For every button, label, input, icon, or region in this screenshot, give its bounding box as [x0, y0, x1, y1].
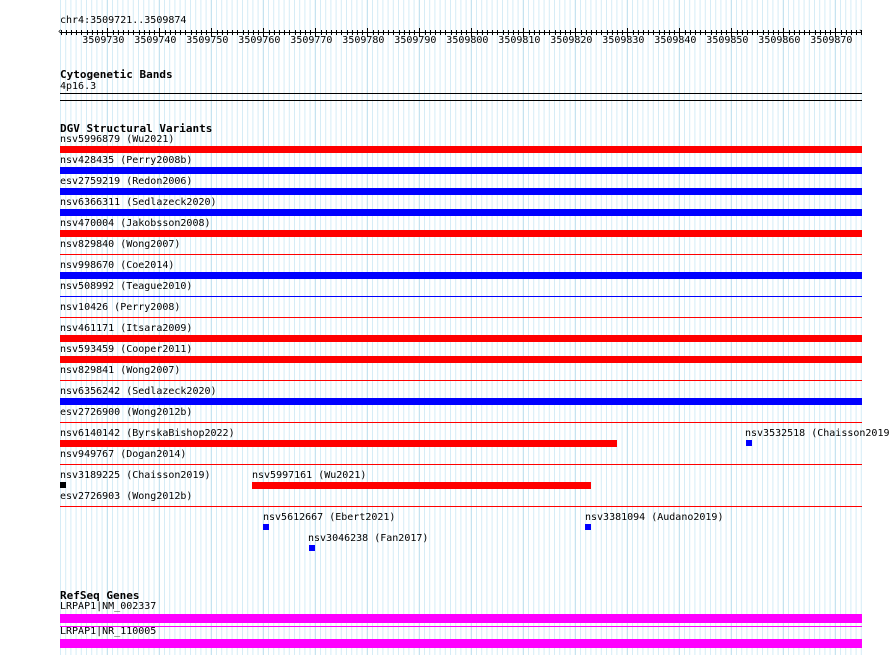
gene-label-nm-002337[interactable]: LRPAP1|NM_002337: [60, 601, 156, 613]
ruler-tick-label: 3509860: [758, 35, 801, 46]
sv-point-nsv3189225[interactable]: [60, 482, 66, 488]
sv-label-nsv3046238[interactable]: nsv3046238 (Fan2017): [308, 533, 428, 545]
sv-label-nsv428435[interactable]: nsv428435 (Perry2008b): [60, 155, 192, 167]
row-separator: [60, 626, 862, 627]
sv-label-esv2759219[interactable]: esv2759219 (Redon2006): [60, 176, 192, 188]
cytoband-label[interactable]: 4p16.3: [60, 81, 96, 93]
sv-bar-nsv998670[interactable]: [60, 272, 862, 279]
row-separator: [60, 254, 862, 255]
sv-label-nsv3189225[interactable]: nsv3189225 (Chaisson2019): [60, 470, 211, 482]
sv-label-nsv829841[interactable]: nsv829841 (Wong2007): [60, 365, 180, 377]
row-separator: [60, 296, 862, 297]
sv-label-nsv6140142[interactable]: nsv6140142 (ByrskaBishop2022): [60, 428, 235, 440]
ruler-minor-tick: [128, 30, 130, 35]
ruler-minor-tick: [70, 30, 72, 35]
sv-label-esv2726900[interactable]: esv2726900 (Wong2012b): [60, 407, 192, 419]
ruler-minor-tick: [752, 30, 754, 35]
sv-label-nsv461171[interactable]: nsv461171 (Itsara2009): [60, 323, 192, 335]
ruler-minor-tick: [388, 30, 390, 35]
sv-label-nsv5996879[interactable]: nsv5996879 (Wu2021): [60, 134, 174, 146]
cytoband-bar[interactable]: [60, 93, 862, 94]
ruler-minor-tick: [492, 30, 494, 35]
sv-bar-nsv5997161[interactable]: [252, 482, 591, 489]
ruler-minor-tick: [596, 30, 598, 35]
row-separator: [60, 506, 862, 507]
ruler-tick-label: 3509800: [446, 35, 489, 46]
ruler-minor-tick: [700, 30, 702, 35]
sv-label-esv2726903[interactable]: esv2726903 (Wong2012b): [60, 491, 192, 503]
sv-label-nsv6356242[interactable]: nsv6356242 (Sedlazeck2020): [60, 386, 217, 398]
ruler-tick-label: 3509850: [706, 35, 749, 46]
ruler-minor-tick: [65, 30, 67, 35]
ruler-right-arrow: ›: [858, 27, 864, 37]
ruler-minor-tick: [856, 30, 858, 35]
sv-label-nsv949767[interactable]: nsv949767 (Dogan2014): [60, 449, 186, 461]
ruler-tick-label: 3509760: [238, 35, 281, 46]
sv-label-nsv593459[interactable]: nsv593459 (Cooper2011): [60, 344, 192, 356]
sv-bar-nsv428435[interactable]: [60, 167, 862, 174]
sv-label-nsv508992[interactable]: nsv508992 (Teague2010): [60, 281, 192, 293]
sv-point-nsv3532518[interactable]: [746, 440, 752, 446]
sv-label-nsv3381094[interactable]: nsv3381094 (Audano2019): [585, 512, 723, 524]
ruler-tick-label: 3509780: [342, 35, 385, 46]
sv-bar-nsv5996879[interactable]: [60, 146, 862, 153]
ruler-tick-label: 3509820: [550, 35, 593, 46]
ruler-minor-tick: [544, 30, 546, 35]
row-separator: [60, 380, 862, 381]
sv-label-nsv470004[interactable]: nsv470004 (Jakobsson2008): [60, 218, 211, 230]
sv-point-nsv5612667[interactable]: [263, 524, 269, 530]
sv-point-nsv3046238[interactable]: [309, 545, 315, 551]
sv-label-nsv998670[interactable]: nsv998670 (Coe2014): [60, 260, 174, 272]
sv-bar-nsv6140142[interactable]: [60, 440, 617, 447]
ruler-minor-tick: [76, 30, 78, 35]
sv-bar-nsv6356242[interactable]: [60, 398, 862, 405]
ruler-minor-tick: [648, 30, 650, 35]
sv-label-nsv3532518[interactable]: nsv3532518 (Chaisson2019): [745, 428, 890, 440]
ruler-tick-label: 3509740: [134, 35, 177, 46]
cytoband-track-title: Cytogenetic Bands: [60, 68, 173, 81]
sv-bar-nsv6366311[interactable]: [60, 209, 862, 216]
sv-bar-nsv461171[interactable]: [60, 335, 862, 342]
row-separator: [60, 464, 862, 465]
row-separator: [60, 317, 862, 318]
ruler-tick-label: 3509830: [602, 35, 645, 46]
sv-label-nsv829840[interactable]: nsv829840 (Wong2007): [60, 239, 180, 251]
ruler-tick-label: 3509790: [394, 35, 437, 46]
ruler-minor-tick: [440, 30, 442, 35]
ruler-left-arrow: ‹: [57, 27, 63, 37]
ruler-tick-label: 3509770: [290, 35, 333, 46]
sv-label-nsv5612667[interactable]: nsv5612667 (Ebert2021): [263, 512, 395, 524]
ruler-minor-tick: [180, 30, 182, 35]
ruler-location-label: chr4:3509721..3509874: [60, 15, 187, 26]
ruler-minor-tick: [284, 30, 286, 35]
track-separator: [60, 100, 862, 101]
sv-bar-nsv593459[interactable]: [60, 356, 862, 363]
sv-label-nsv5997161[interactable]: nsv5997161 (Wu2021): [252, 470, 366, 482]
gene-bar-nm-002337[interactable]: [60, 614, 862, 623]
ruler-minor-tick: [232, 30, 234, 35]
sv-bar-nsv470004[interactable]: [60, 230, 862, 237]
row-separator: [60, 422, 862, 423]
ruler-tick-label: 3509870: [810, 35, 853, 46]
sv-bar-esv2759219[interactable]: [60, 188, 862, 195]
sv-point-nsv3381094[interactable]: [585, 524, 591, 530]
gene-bar-nr-110005[interactable]: [60, 639, 862, 648]
ruler-tick-label: 3509730: [82, 35, 125, 46]
ruler-minor-tick: [336, 30, 338, 35]
ruler-minor-tick: [804, 30, 806, 35]
ruler-tick-label: 3509840: [654, 35, 697, 46]
sv-label-nsv6366311[interactable]: nsv6366311 (Sedlazeck2020): [60, 197, 217, 209]
gene-label-nr-110005[interactable]: LRPAP1|NR_110005: [60, 626, 156, 638]
ruler-tick-label: 3509810: [498, 35, 541, 46]
ruler-tick-label: 3509750: [186, 35, 229, 46]
sv-label-nsv10426[interactable]: nsv10426 (Perry2008): [60, 302, 180, 314]
